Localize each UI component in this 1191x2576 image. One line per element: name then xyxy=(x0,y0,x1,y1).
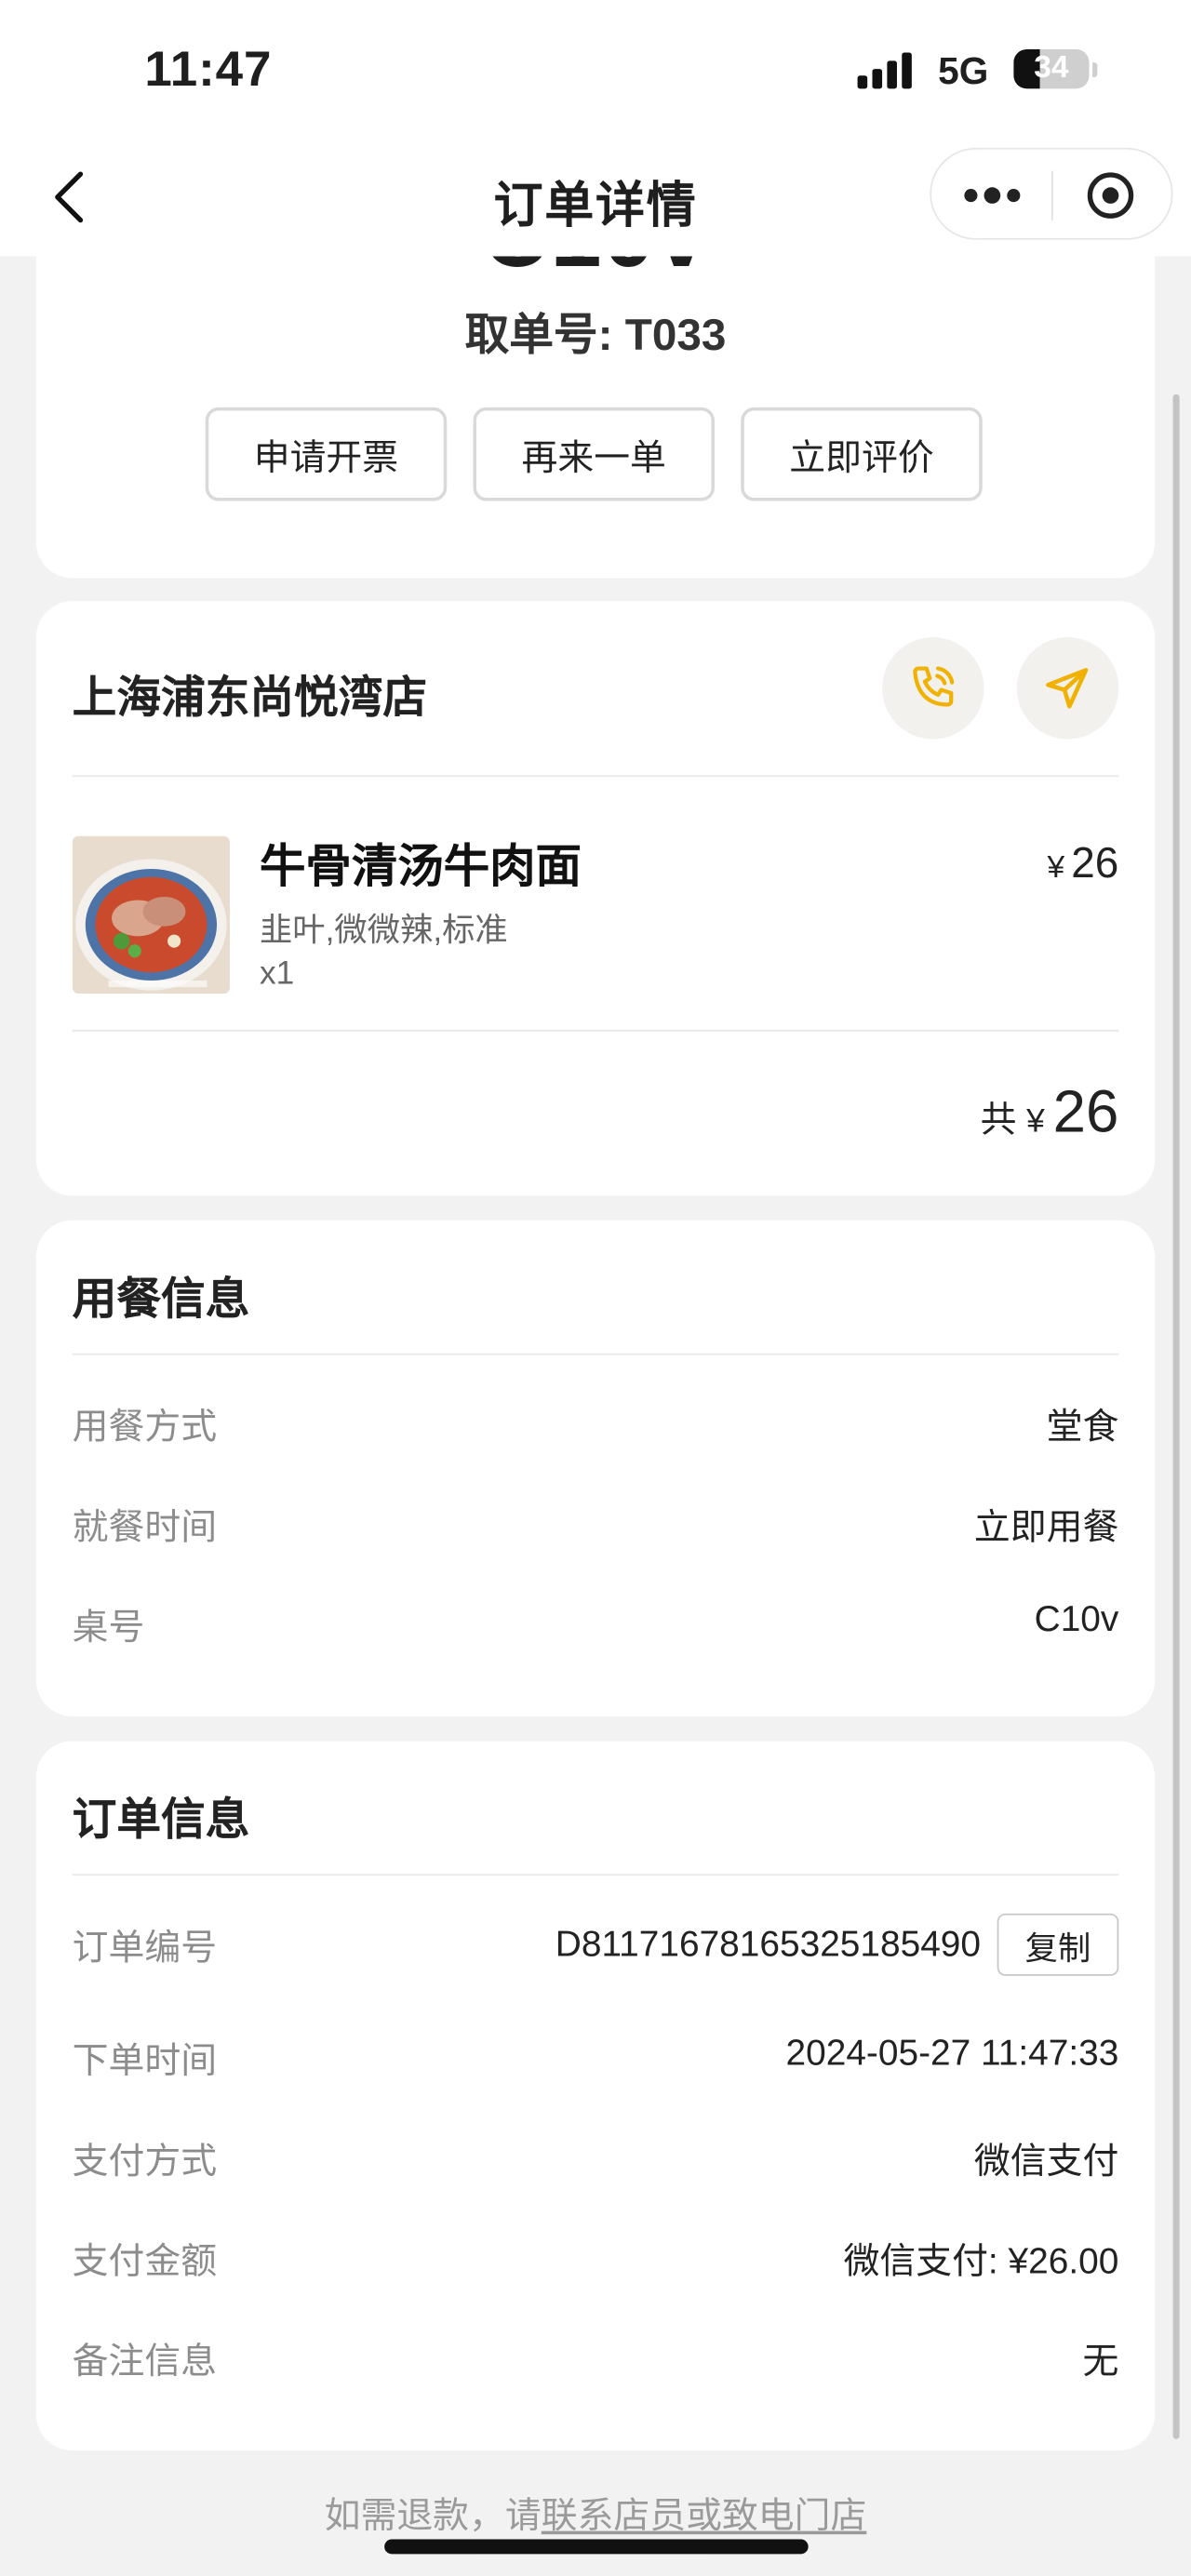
dining-time-label: 就餐时间 xyxy=(72,1505,218,1548)
order-info-card: 订单信息 订单编号 D81171678165325185490 复制 下单时间 … xyxy=(35,1741,1156,2451)
total-label: 共 xyxy=(980,1099,1017,1141)
order-total: 共 ¥ 26 xyxy=(981,1077,1119,1146)
screen: C10v 取单号: T033 申请开票 再来一单 立即评价 上海浦东尚悦湾店 xyxy=(0,0,1191,2576)
scrollbar[interactable] xyxy=(1172,394,1180,2439)
mini-program-capsule xyxy=(930,147,1173,240)
battery-percent: 34 xyxy=(1034,50,1069,86)
battery-cap xyxy=(1092,62,1098,77)
navigate-store-button[interactable] xyxy=(1016,637,1119,740)
table-number-label: 桌号 xyxy=(72,1606,145,1648)
store-name: 上海浦东尚悦湾店 xyxy=(72,673,428,723)
currency-symbol: ¥ xyxy=(1047,850,1065,886)
refund-note-text: 如需退款，请 xyxy=(324,2494,542,2536)
divider xyxy=(72,775,1119,778)
cellular-signal-icon xyxy=(857,52,912,89)
phone-icon xyxy=(913,666,955,707)
dish-quantity: x1 xyxy=(259,955,295,993)
home-indicator[interactable] xyxy=(384,2539,809,2555)
table-number-large: C10v xyxy=(36,256,1155,287)
battery-icon: 34 xyxy=(1013,48,1090,89)
dining-time-value: 立即用餐 xyxy=(973,1505,1119,1548)
total-amount: 26 xyxy=(1052,1077,1119,1145)
status-bar: 11:47 5G 34 xyxy=(0,0,1191,141)
payment-method-value: 微信支付 xyxy=(973,2140,1119,2182)
capsule-divider xyxy=(1050,170,1053,220)
network-type: 5G xyxy=(938,48,989,92)
section-title: 订单信息 xyxy=(72,1795,250,1845)
payment-method-label: 支付方式 xyxy=(72,2140,218,2182)
review-button[interactable]: 立即评价 xyxy=(741,407,983,501)
payment-amount-value: 微信支付: ¥26.00 xyxy=(843,2240,1119,2282)
contact-store-link[interactable]: 联系店员或致电门店 xyxy=(542,2495,867,2536)
dot-icon xyxy=(964,189,978,203)
table-number-value: C10v xyxy=(1034,1597,1119,1639)
navigation-bar: 订单详情 xyxy=(0,140,1191,257)
payment-amount-label: 支付金额 xyxy=(72,2240,218,2282)
dining-method-label: 用餐方式 xyxy=(72,1406,218,1448)
more-button[interactable] xyxy=(964,171,1021,220)
dot-icon xyxy=(984,187,1001,204)
call-store-button[interactable] xyxy=(882,637,984,740)
dining-info-card: 用餐信息 用餐方式 堂食 就餐时间 立即用餐 桌号 C10v xyxy=(35,1220,1156,1716)
order-number-value: D81171678165325185490 xyxy=(555,1923,982,1965)
divider xyxy=(72,1874,1119,1876)
dot-icon xyxy=(1007,189,1021,203)
scroll-content[interactable]: C10v 取单号: T033 申请开票 再来一单 立即评价 上海浦东尚悦湾店 xyxy=(0,256,1191,2575)
dish-price-value: 26 xyxy=(1071,837,1119,888)
close-target-icon[interactable] xyxy=(1087,172,1134,219)
status-time: 11:47 xyxy=(144,42,273,98)
dining-method-value: 堂食 xyxy=(1046,1406,1119,1448)
copy-order-number-button[interactable]: 复制 xyxy=(997,1913,1119,1976)
section-title: 用餐信息 xyxy=(72,1275,250,1325)
dish-price: ¥26 xyxy=(1048,837,1119,888)
store-card: 上海浦东尚悦湾店 牛骨清汤牛肉面 韭叶,微微辣,标准 x1 ¥ 26 共 ¥ 2… xyxy=(35,601,1156,1196)
refund-note: 如需退款，请联系店员或致电门店 xyxy=(0,2487,1191,2539)
remark-value: 无 xyxy=(1082,2340,1119,2382)
currency-symbol: ¥ xyxy=(1026,1103,1045,1141)
dish-options: 韭叶,微微辣,标准 xyxy=(259,913,508,950)
order-summary-card: C10v 取单号: T033 申请开票 再来一单 立即评价 xyxy=(35,256,1156,579)
navigation-arrow-icon xyxy=(1046,668,1089,709)
invoice-button[interactable]: 申请开票 xyxy=(205,407,448,501)
pickup-number: 取单号: T033 xyxy=(464,310,727,360)
order-time-label: 下单时间 xyxy=(72,2039,218,2081)
order-number-label: 订单编号 xyxy=(72,1926,218,1969)
divider xyxy=(72,1029,1119,1032)
order-time-value: 2024-05-27 11:47:33 xyxy=(785,2031,1119,2074)
reorder-button[interactable]: 再来一单 xyxy=(473,407,716,501)
action-buttons: 申请开票 再来一单 立即评价 xyxy=(205,407,983,501)
remark-label: 备注信息 xyxy=(72,2340,218,2382)
dish-name: 牛骨清汤牛肉面 xyxy=(259,840,582,892)
divider xyxy=(72,1353,1119,1355)
dish-thumbnail xyxy=(72,835,231,994)
